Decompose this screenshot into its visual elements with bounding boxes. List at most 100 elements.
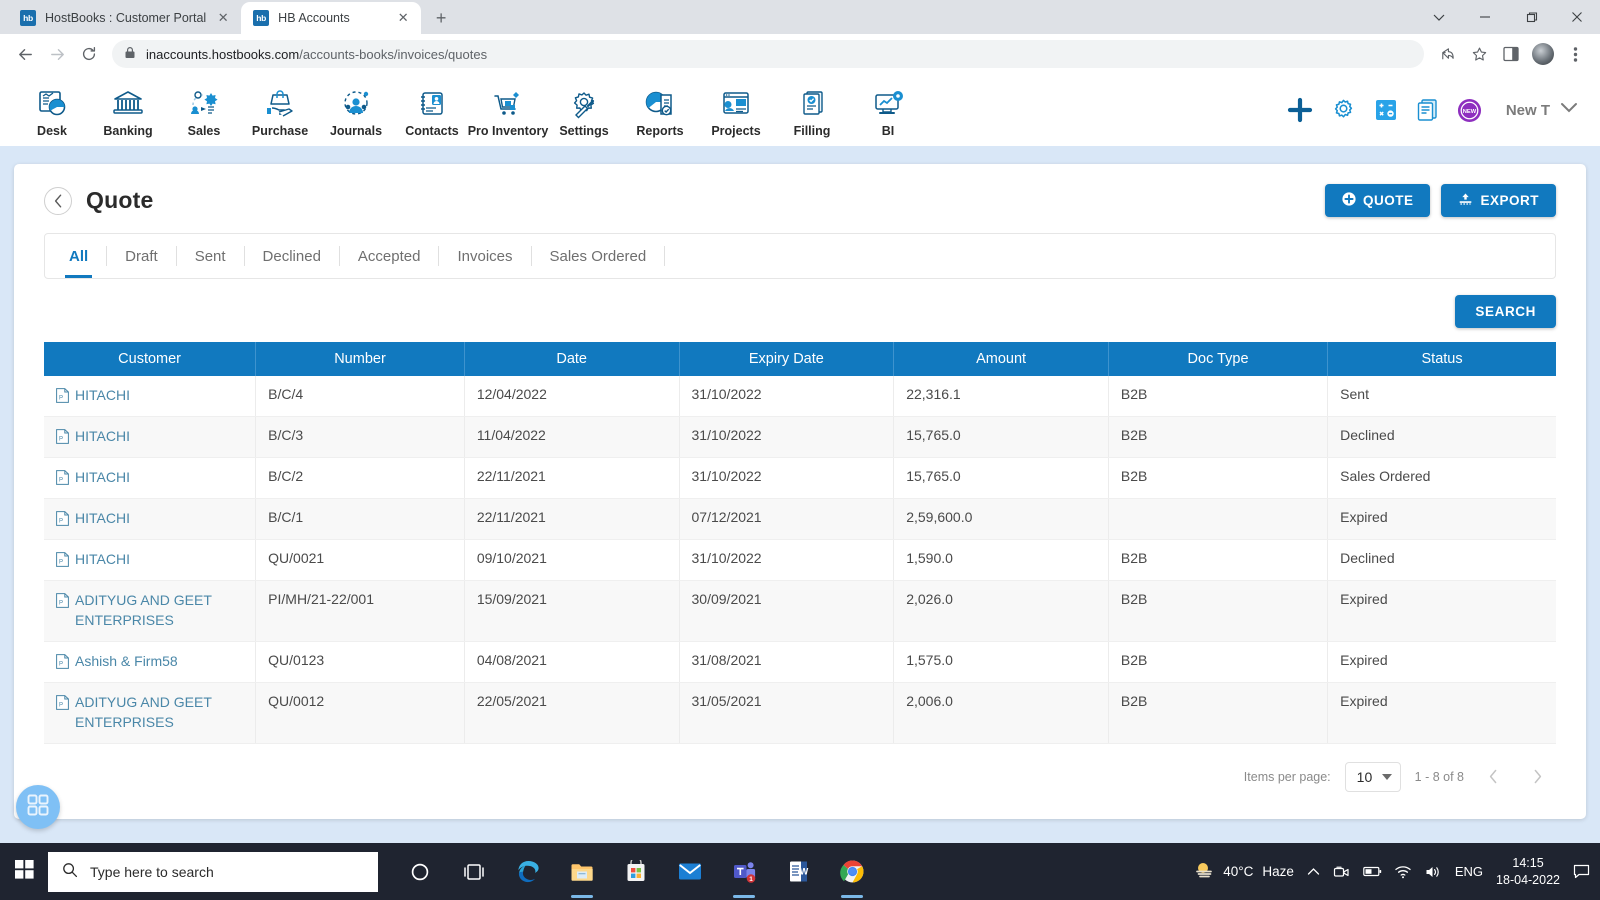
volume-icon[interactable] [1425,865,1442,879]
pdf-document-icon[interactable]: P [56,694,69,713]
meet-now-icon[interactable] [1333,865,1350,879]
table-row[interactable]: P HITACHI B/C/4 12/04/2022 31/10/2022 22,316.… [44,376,1556,417]
table-row[interactable]: P ADITYUG AND GEET ENTERPRISES PI/MH/21-22… [44,580,1556,642]
chrome-icon[interactable] [828,843,876,900]
nav-item-bi[interactable]: BI [850,83,926,138]
nav-item-banking[interactable]: Banking [90,83,166,138]
nav-item-pro-inventory[interactable]: Pro Inventory [468,83,548,138]
edge-icon[interactable] [504,843,552,900]
chevron-up-icon[interactable] [1307,867,1320,877]
weather-widget[interactable]: 40°C Haze [1194,860,1294,883]
battery-icon[interactable] [1363,866,1382,877]
col-customer[interactable]: Customer [44,342,257,376]
customer-link[interactable]: HITACHI [75,509,130,529]
table-row[interactable]: P HITACHI QU/0021 09/10/2021 31/10/2022 1,590… [44,539,1556,581]
pdf-document-icon[interactable]: P [56,388,69,406]
notes-icon[interactable] [1416,98,1439,122]
table-row[interactable]: P ADITYUG AND GEET ENTERPRISES QU/0012 22/0… [44,682,1556,744]
next-page-button[interactable] [1522,762,1552,792]
microsoft-store-icon[interactable] [612,843,660,900]
taskbar-search-input[interactable]: Type here to search [48,851,378,892]
reload-icon[interactable] [74,39,104,69]
bookmark-star-icon[interactable] [1464,39,1494,69]
col-status[interactable]: Status [1327,342,1556,376]
customer-link[interactable]: ADITYUG AND GEET ENTERPRISES [75,693,243,733]
tab-search-icon[interactable] [1416,0,1462,34]
customer-link[interactable]: Ashish & Firm58 [75,652,178,672]
col-number[interactable]: Number [255,342,465,376]
tab-sent[interactable]: Sent [177,234,244,278]
avatar[interactable] [1528,39,1558,69]
new-tab-button[interactable]: + [427,4,455,32]
maximize-icon[interactable] [1508,0,1554,34]
table-row[interactable]: P HITACHI B/C/3 11/04/2022 31/10/2022 15,765.… [44,416,1556,458]
col-expiry-date[interactable]: Expiry Date [679,342,895,376]
file-explorer-icon[interactable] [558,843,606,900]
browser-menu-icon[interactable] [1560,39,1590,69]
back-icon[interactable] [10,39,40,69]
plus-icon[interactable] [1287,97,1313,123]
pdf-document-icon[interactable]: P [56,552,69,570]
col-amount[interactable]: Amount [893,342,1109,376]
share-icon[interactable] [1432,39,1462,69]
side-panel-icon[interactable] [1496,39,1526,69]
col-doc-type[interactable]: Doc Type [1108,342,1329,376]
nav-item-desk[interactable]: Desk [14,83,90,138]
table-row[interactable]: P HITACHI B/C/1 22/11/2021 07/12/2021 2,59,60… [44,498,1556,540]
word-icon[interactable]: W [774,843,822,900]
wifi-icon[interactable] [1395,865,1412,879]
close-icon[interactable] [1554,0,1600,34]
export-button[interactable]: EXPORT [1441,184,1556,217]
prev-page-button[interactable] [1478,762,1508,792]
customer-link[interactable]: ADITYUG AND GEET ENTERPRISES [75,591,243,631]
apps-fab-button[interactable] [16,785,60,829]
nav-item-contacts[interactable]: Contacts [394,83,470,138]
nav-item-sales[interactable]: Sales [166,83,242,138]
tab-declined[interactable]: Declined [245,234,339,278]
table-row[interactable]: P Ashish & Firm58 QU/0123 04/08/2021 31/08/2… [44,641,1556,683]
nav-item-journals[interactable]: Journals [318,83,394,138]
browser-tab-2[interactable]: hb HB Accounts ✕ [241,2,422,34]
items-per-page-select[interactable]: 10 [1344,761,1401,792]
forward-icon[interactable] [42,39,72,69]
minimize-icon[interactable] [1462,0,1508,34]
customer-link[interactable]: HITACHI [75,550,130,570]
table-row[interactable]: P HITACHI B/C/2 22/11/2021 31/10/2022 15,765.… [44,457,1556,499]
tab-draft[interactable]: Draft [107,234,176,278]
tab-all[interactable]: All [51,234,106,278]
close-icon[interactable]: ✕ [395,10,411,26]
teams-icon[interactable]: 1 [720,843,768,900]
close-icon[interactable]: ✕ [215,10,231,26]
cortana-icon[interactable] [396,843,444,900]
mail-icon[interactable] [666,843,714,900]
pdf-document-icon[interactable]: P [56,470,69,488]
nav-item-filling[interactable]: Filling [774,83,850,138]
customer-link[interactable]: HITACHI [75,468,130,488]
pdf-document-icon[interactable]: P [56,593,69,611]
notification-icon[interactable] [1573,864,1590,879]
search-button[interactable]: SEARCH [1455,295,1556,328]
nav-item-reports[interactable]: Reports [622,83,698,138]
tab-accepted[interactable]: Accepted [340,234,439,278]
col-date[interactable]: Date [464,342,680,376]
pdf-document-icon[interactable]: P [56,429,69,447]
nav-item-settings[interactable]: Settings [546,83,622,138]
user-menu[interactable]: New T [1506,101,1578,119]
customer-link[interactable]: HITACHI [75,427,130,447]
gear-icon[interactable] [1331,98,1356,123]
taskbar-clock[interactable]: 14:15 18-04-2022 [1496,855,1560,888]
tab-invoices[interactable]: Invoices [439,234,530,278]
customer-link[interactable]: HITACHI [75,386,130,406]
tab-sales-ordered[interactable]: Sales Ordered [532,234,665,278]
back-button[interactable] [44,186,72,215]
new-badge-icon[interactable]: NEW [1457,98,1482,123]
task-view-icon[interactable] [450,843,498,900]
calculator-icon[interactable] [1374,98,1398,122]
start-button[interactable] [0,843,48,900]
pdf-document-icon[interactable]: P [56,511,69,529]
browser-tab-1[interactable]: hb HostBooks : Customer Portal ✕ [8,2,242,34]
address-bar[interactable]: inaccounts.hostbooks.com/accounts-books/… [112,40,1424,68]
nav-item-projects[interactable]: Projects [698,83,774,138]
nav-item-purchase[interactable]: Purchase [242,83,318,138]
pdf-document-icon[interactable]: P [56,653,69,672]
